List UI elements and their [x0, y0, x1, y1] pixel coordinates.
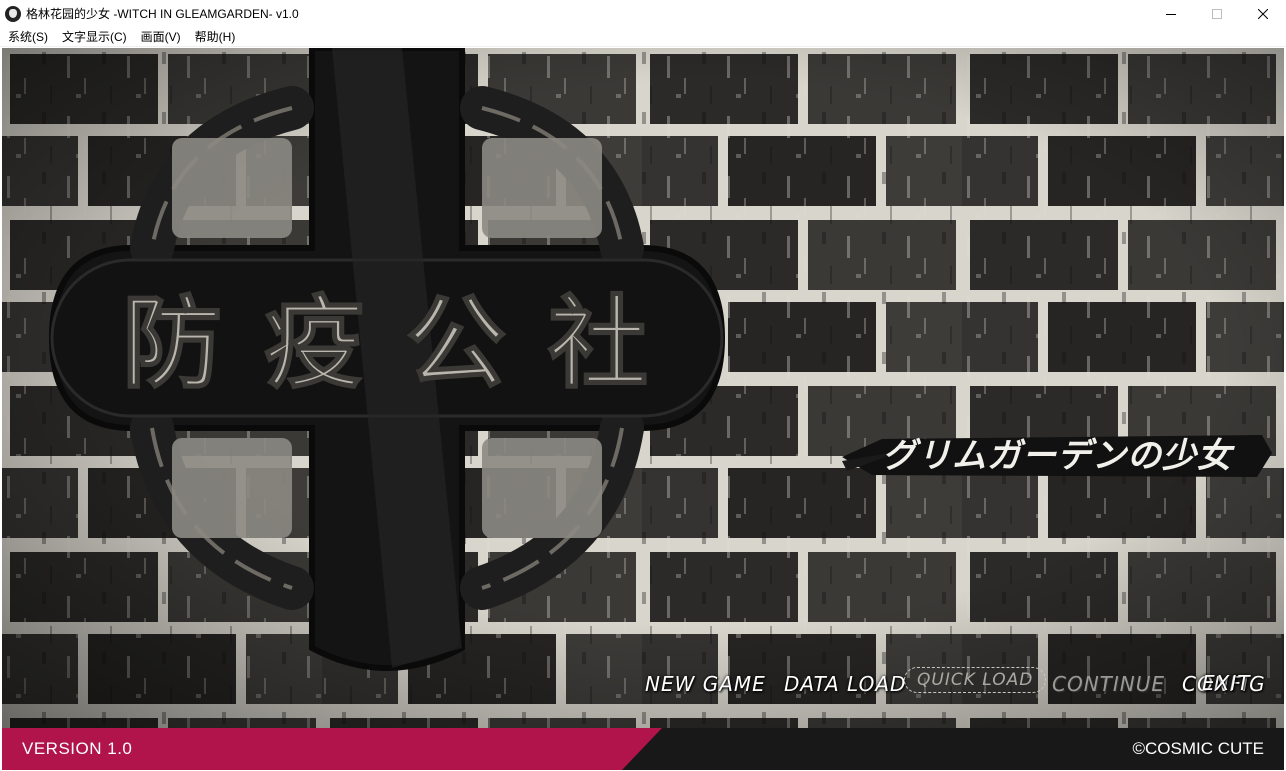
app-icon[interactable] [5, 5, 21, 22]
continue-button[interactable]: CONTINUE [1052, 672, 1165, 696]
logo-kanji-4: 社 [548, 285, 648, 402]
quick-load-button[interactable]: QUICK LOAD [904, 667, 1047, 693]
maximize-button[interactable] [1194, 0, 1240, 27]
minimize-icon [1166, 13, 1176, 15]
copyright-label: ©COSMIC CUTE [1132, 739, 1264, 758]
footer-bar: VERSION 1.0 ©COSMIC CUTE [2, 728, 1284, 770]
game-subtitle: グリムガーデンの少女 [882, 436, 1232, 476]
close-button[interactable] [1240, 0, 1286, 27]
logo-emblem: 防 疫 公 社 [42, 48, 742, 728]
menu-screen[interactable]: 画面(V) [134, 27, 188, 47]
window-title: 格林花园的少女 -WITCH IN GLEAMGARDEN- v1.0 [26, 7, 299, 21]
window-controls [1148, 0, 1286, 27]
version-label: VERSION 1.0 [22, 739, 133, 758]
logo-kanji-1: 防 [122, 285, 222, 402]
minimize-button[interactable] [1148, 0, 1194, 27]
game-title-screen[interactable]: 防 疫 公 社 グリムガーデンの少女 NEW GAME DATA LOAD QU… [2, 48, 1284, 728]
title-bar: 格林花园的少女 -WITCH IN GLEAMGARDEN- v1.0 [0, 0, 1286, 27]
menu-bar: 系统(S) 文字显示(C) 画面(V) 帮助(H) [0, 27, 1286, 47]
close-icon [1258, 8, 1268, 19]
data-load-button[interactable]: DATA LOAD [784, 672, 906, 696]
logo-kanji-3: 公 [406, 285, 506, 402]
menu-help[interactable]: 帮助(H) [188, 27, 243, 47]
cross-chain-emblem: 防 疫 公 社 [48, 48, 726, 671]
logo-kanji-2: 疫 [264, 285, 364, 402]
exit-button[interactable]: EXIT [1202, 671, 1250, 695]
new-game-button[interactable]: NEW GAME [645, 672, 766, 696]
menu-system[interactable]: 系统(S) [0, 27, 55, 47]
maximize-icon [1212, 8, 1222, 19]
menu-text-display[interactable]: 文字显示(C) [55, 27, 134, 47]
